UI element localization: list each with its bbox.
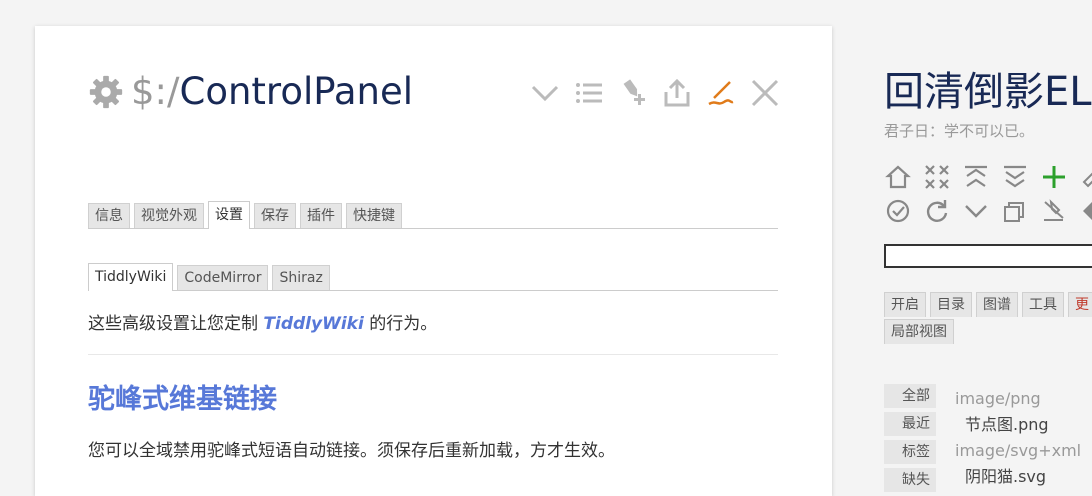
- settings-intro: 这些高级设置让您定制 TiddlyWiki 的行为。: [88, 309, 437, 334]
- tab-plugins[interactable]: 插件: [300, 203, 342, 228]
- tiddler-link[interactable]: 节点图.png: [955, 412, 1081, 438]
- fold-all-icon: [965, 165, 987, 187]
- tag-manager-button[interactable]: [1079, 197, 1092, 225]
- vtab-recent[interactable]: 最近: [884, 412, 936, 436]
- more-actions-button[interactable]: [528, 76, 562, 110]
- sidebar-tab-more[interactable]: 更: [1068, 292, 1092, 317]
- type-list: image/png 节点图.png image/svg+xml 阴阳猫.svg: [955, 386, 1081, 490]
- stack-icon: [1004, 202, 1024, 222]
- export-icon: [664, 78, 690, 107]
- pin-off-icon: [1044, 199, 1064, 221]
- info-button[interactable]: [572, 76, 606, 110]
- home-button[interactable]: [884, 163, 912, 191]
- close-all-icon: [925, 165, 949, 189]
- fold-all-button[interactable]: [962, 163, 990, 191]
- unfold-all-icon: [1004, 165, 1026, 188]
- unfold-all-button[interactable]: [1001, 163, 1029, 191]
- tab-shiraz[interactable]: Shiraz: [272, 265, 330, 290]
- tag-add-icon: [623, 79, 645, 105]
- search-input[interactable]: [884, 244, 1092, 268]
- gear-icon: [89, 75, 123, 109]
- close-all-button[interactable]: [923, 163, 951, 191]
- tiddler-controls: [528, 76, 782, 110]
- chevron-down-icon: [965, 205, 987, 218]
- done-button[interactable]: [884, 197, 912, 225]
- title-prefix: $:/: [131, 70, 180, 113]
- sidebar-tab-toc[interactable]: 目录: [930, 292, 972, 317]
- vtab-tags[interactable]: 标签: [884, 440, 936, 464]
- tab-settings[interactable]: 设置: [208, 201, 250, 229]
- edit-pencil-icon: [708, 81, 734, 106]
- title-main: ControlPanel: [179, 70, 414, 113]
- plus-icon: [1043, 166, 1065, 188]
- close-button[interactable]: [748, 76, 782, 110]
- vtab-all[interactable]: 全部: [884, 384, 936, 408]
- intro-text-after: 的行为。: [363, 314, 438, 334]
- sidebar-tab-graph[interactable]: 图谱: [976, 292, 1018, 317]
- page-controls: [884, 163, 1092, 225]
- settings-subtabs: TiddlyWiki CodeMirror Shiraz: [88, 262, 778, 291]
- list-icon: [576, 83, 602, 103]
- tiddler-link[interactable]: 阴阳猫.svg: [955, 464, 1081, 490]
- home-icon: [885, 165, 911, 189]
- close-icon: [751, 79, 779, 107]
- sidebar-tab-local-view[interactable]: 局部视图: [884, 319, 954, 344]
- sidebar-tabs: 开启 目录 图谱 工具 更 局部视图: [884, 292, 1092, 346]
- type-heading: image/png: [955, 389, 1041, 408]
- tab-codemirror[interactable]: CodeMirror: [177, 265, 269, 290]
- refresh-button[interactable]: [923, 197, 951, 225]
- journal-icon: [1082, 172, 1092, 188]
- tiddlywiki-link[interactable]: TiddlyWiki: [263, 314, 363, 334]
- sidebar-tab-tools[interactable]: 工具: [1022, 292, 1064, 317]
- chevron-down-icon: [531, 85, 559, 102]
- new-tiddler-button[interactable]: [1040, 163, 1068, 191]
- unpin-button[interactable]: [1040, 197, 1068, 225]
- expand-button[interactable]: [962, 197, 990, 225]
- divider: [88, 354, 778, 355]
- type-heading: image/svg+xml: [955, 441, 1082, 460]
- export-button[interactable]: [660, 76, 694, 110]
- site-subtitle: 君子日：学不可以已。: [884, 122, 1035, 140]
- intro-text-before: 这些高级设置让您定制: [88, 314, 264, 334]
- tiddler-card: $:/ControlPanel 信息 视觉外观 设置 保存 插件 快捷键 Tid…: [35, 26, 832, 496]
- tab-saving[interactable]: 保存: [254, 203, 296, 228]
- control-panel-tabs: 信息 视觉外观 设置 保存 插件 快捷键: [88, 200, 778, 229]
- more-vertical-tabs: 全部 最近 标签 缺失: [884, 384, 936, 492]
- refresh-icon: [926, 200, 948, 222]
- new-tag-button[interactable]: [616, 76, 650, 110]
- layout-button[interactable]: [1001, 197, 1029, 225]
- check-circle-icon: [886, 199, 910, 223]
- site-title: 回清倒影EL: [884, 69, 1092, 115]
- edit-button[interactable]: [704, 76, 738, 110]
- vtab-missing[interactable]: 缺失: [884, 468, 936, 492]
- tab-tiddlywiki[interactable]: TiddlyWiki: [88, 263, 174, 291]
- section-heading: 驼峰式维基链接: [88, 384, 277, 415]
- tab-appearance[interactable]: 视觉外观: [134, 203, 204, 228]
- section-description: 您可以全域禁用驼峰式短语自动链接。须保存后重新加载，方才生效。: [88, 441, 615, 461]
- new-journal-button[interactable]: [1079, 163, 1092, 191]
- tiddler-title: $:/ControlPanel: [87, 70, 413, 114]
- tab-info[interactable]: 信息: [88, 203, 130, 228]
- tab-shortcuts[interactable]: 快捷键: [346, 203, 402, 228]
- sidebar-tab-open[interactable]: 开启: [884, 292, 926, 317]
- diamond-icon: [1083, 202, 1092, 220]
